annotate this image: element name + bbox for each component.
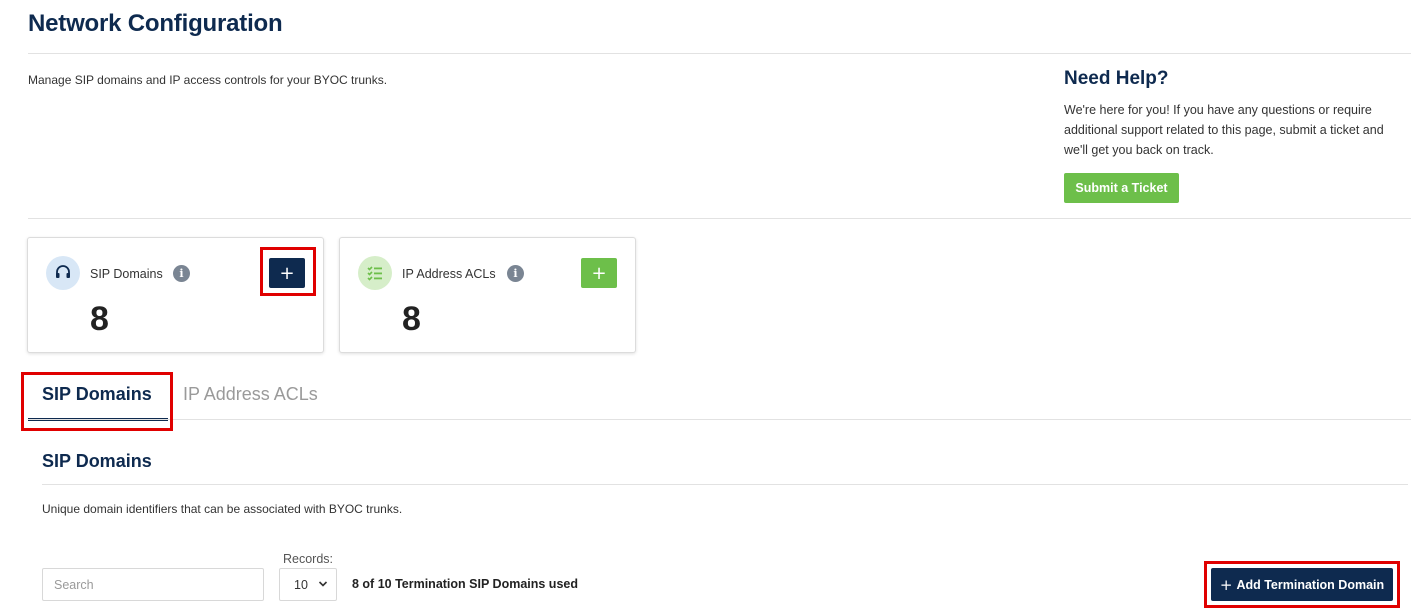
add-termination-domain-button[interactable]: + Add Termination Domain [1211, 568, 1393, 601]
checklist-icon [358, 256, 392, 290]
help-text: We're here for you! If you have any ques… [1064, 103, 1384, 157]
search-input[interactable] [42, 568, 264, 601]
tab-divider [28, 419, 1411, 420]
tab-sip-domains[interactable]: SIP Domains [42, 384, 152, 405]
plus-icon: + [1219, 575, 1233, 594]
tab-ip-address-acls[interactable]: IP Address ACLs [183, 384, 318, 405]
add-ip-acl-button[interactable]: + [581, 258, 617, 288]
headset-icon [46, 256, 80, 290]
sip-domains-card-label: SIP Domains [90, 267, 163, 281]
chevron-down-icon [318, 581, 328, 587]
ip-acls-card-label: IP Address ACLs [402, 267, 496, 281]
section-description: Unique domain identifiers that can be as… [42, 502, 403, 516]
add-termination-domain-label: Add Termination Domain [1236, 577, 1385, 592]
add-sip-domain-button[interactable]: + [269, 258, 305, 288]
page-description: Manage SIP domains and IP access control… [28, 73, 388, 87]
page-title: Network Configuration [28, 10, 283, 37]
plus-icon: + [279, 262, 295, 284]
domains-usage-text: 8 of 10 Termination SIP Domains used [352, 577, 578, 591]
sip-domains-card: SIP Domains i 8 + [27, 237, 324, 353]
ip-acls-card: IP Address ACLs i 8 + [339, 237, 636, 353]
section-title: SIP Domains [42, 451, 152, 471]
info-icon[interactable]: i [507, 265, 524, 282]
header-divider [28, 53, 1411, 54]
records-per-page-select[interactable]: 10 [279, 568, 337, 601]
plus-icon: + [591, 262, 607, 284]
submit-ticket-button[interactable]: Submit a Ticket [1064, 173, 1179, 203]
records-label: Records: [283, 552, 334, 566]
info-icon[interactable]: i [173, 265, 190, 282]
records-select-value: 10 [294, 577, 308, 592]
ip-acls-count: 8 [402, 300, 421, 338]
sip-domains-count: 8 [90, 300, 109, 338]
section-title-divider [42, 484, 1408, 485]
help-title: Need Help? [1064, 68, 1169, 89]
section-divider [28, 218, 1411, 219]
